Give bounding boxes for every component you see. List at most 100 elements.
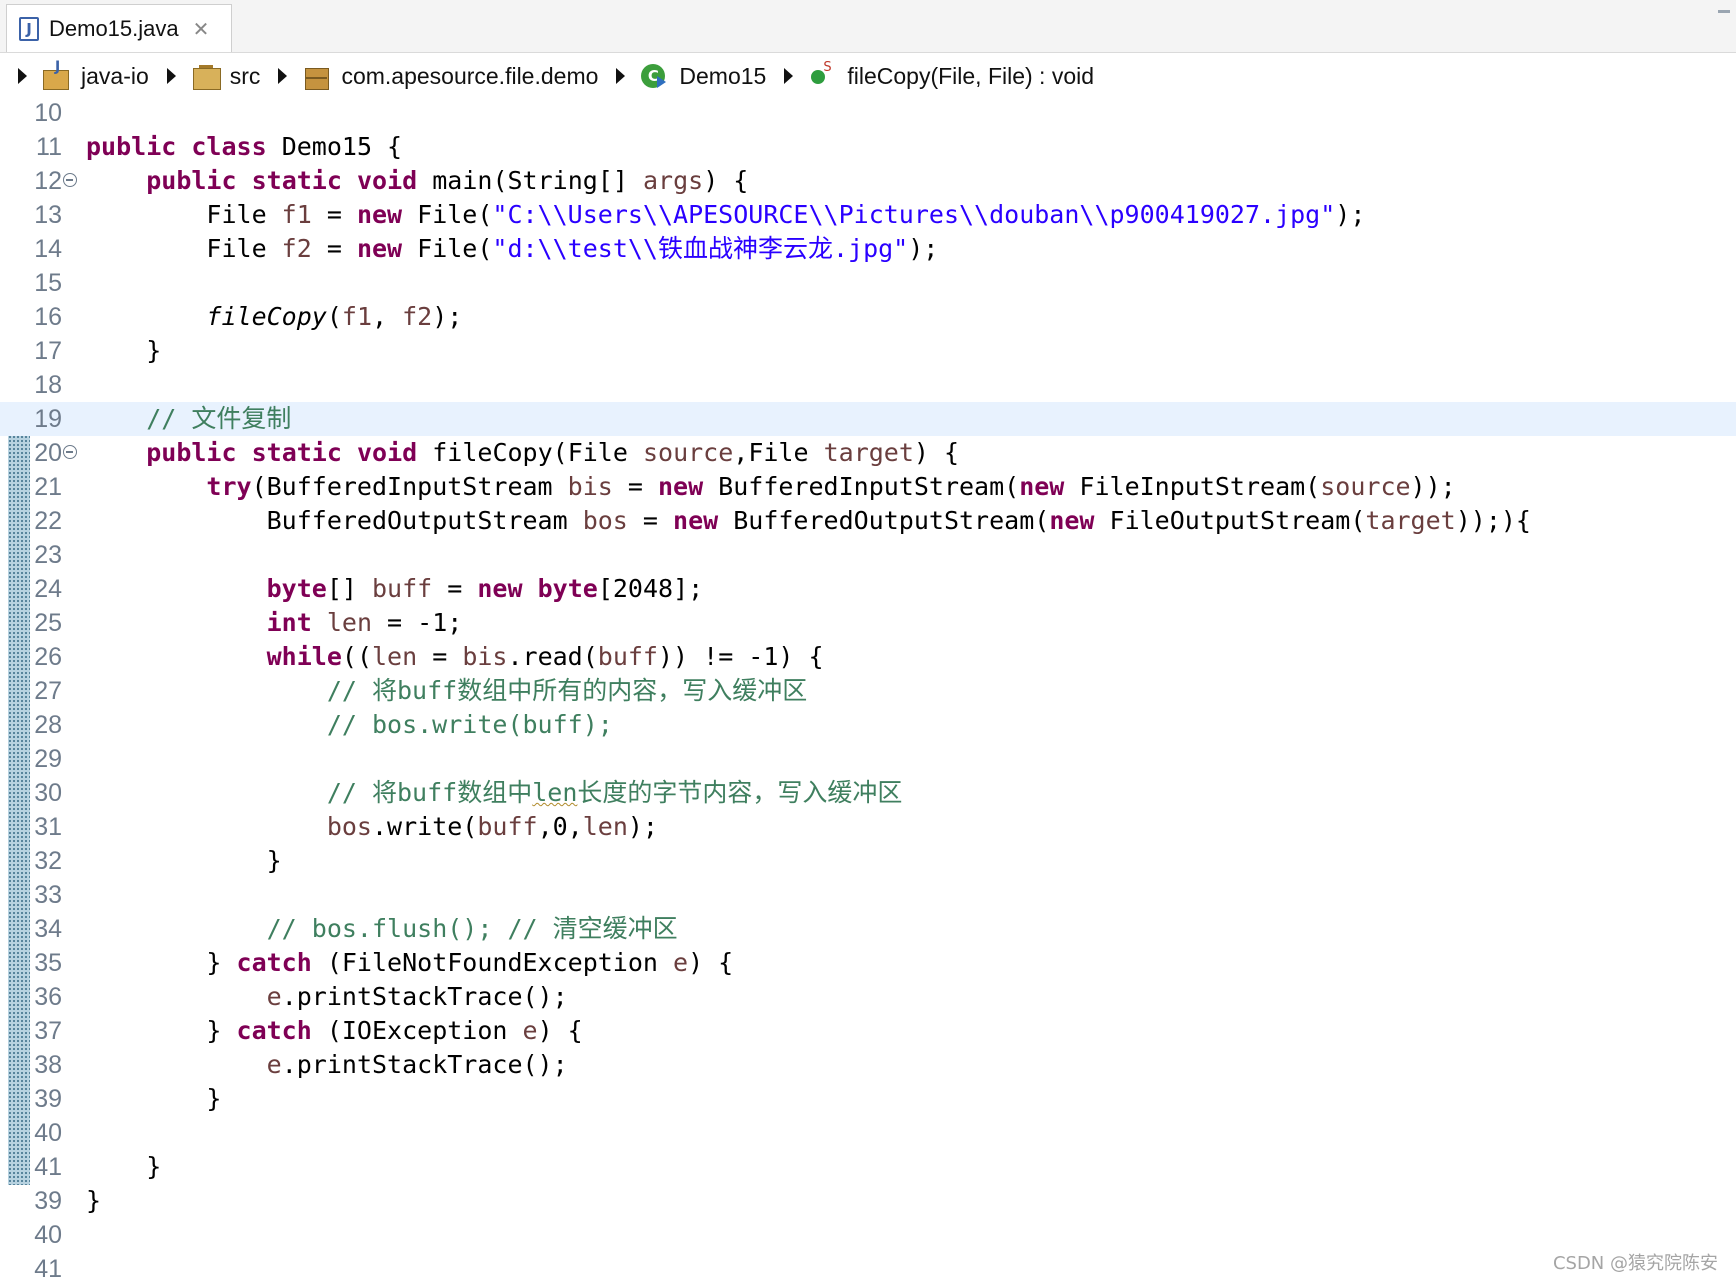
line-number: 15 bbox=[34, 269, 62, 297]
line-number: 41 bbox=[34, 1153, 62, 1181]
code-line[interactable]: 15 bbox=[0, 266, 1736, 300]
watermark: CSDN @猿究院陈安 bbox=[1552, 1253, 1718, 1274]
code-line[interactable]: 38 e.printStackTrace(); bbox=[0, 1048, 1736, 1082]
code-line[interactable]: 16 fileCopy(f1, f2); bbox=[0, 300, 1736, 334]
line-number: 37 bbox=[34, 1017, 62, 1045]
editor-tab-bar: J Demo15.java ✕ bbox=[0, 0, 1736, 53]
code-line[interactable]: 19 // 文件复制 bbox=[0, 402, 1736, 436]
code-line[interactable]: 27 // 将buff数组中所有的内容，写入缓冲区 bbox=[0, 674, 1736, 708]
breadcrumb-arrow-icon[interactable] bbox=[18, 68, 27, 84]
minimize-icon[interactable] bbox=[1718, 10, 1730, 13]
close-icon[interactable]: ✕ bbox=[193, 17, 210, 41]
code-line[interactable]: 40 bbox=[0, 1218, 1736, 1252]
line-number: 26 bbox=[34, 643, 62, 671]
line-number: 12 bbox=[34, 167, 62, 195]
line-number: 39 bbox=[34, 1187, 62, 1215]
code-line[interactable]: 12 public static void main(String[] args… bbox=[0, 164, 1736, 198]
code-text: } bbox=[86, 846, 282, 875]
breadcrumb-arrow-icon[interactable] bbox=[278, 68, 288, 84]
code-text: e.printStackTrace(); bbox=[266, 982, 568, 1011]
code-line[interactable]: 24 byte[] buff = new byte[2048]; bbox=[0, 572, 1736, 606]
code-text: byte[] buff = new byte[2048]; bbox=[266, 574, 704, 603]
code-line[interactable]: 41 } bbox=[0, 1150, 1736, 1184]
project-icon: J bbox=[41, 59, 73, 90]
code-text: // bos.flush(); // 清空缓冲区 bbox=[266, 914, 678, 943]
line-number: 33 bbox=[34, 881, 62, 909]
breadcrumb-item-project[interactable]: J java-io bbox=[41, 59, 149, 90]
code-editor[interactable]: 10 11 public class Demo15 { 12 public stati… bbox=[0, 96, 1736, 1285]
code-line[interactable]: 26 while((len = bis.read(buff)) != -1) { bbox=[0, 640, 1736, 674]
code-line[interactable]: 31 bos.write(buff,0,len); bbox=[0, 810, 1736, 844]
code-line[interactable]: 20 public static void fileCopy(File sour… bbox=[0, 436, 1736, 470]
line-number: 29 bbox=[34, 745, 62, 773]
fold-collapse-icon[interactable] bbox=[63, 445, 77, 459]
source-folder-icon bbox=[190, 62, 222, 90]
code-text: // 将buff数组中所有的内容，写入缓冲区 bbox=[326, 676, 808, 705]
code-line[interactable]: 22 BufferedOutputStream bos = new Buffer… bbox=[0, 504, 1736, 538]
code-line[interactable]: 39 } bbox=[0, 1082, 1736, 1116]
code-line[interactable]: 37 } catch (IOException e) { bbox=[0, 1014, 1736, 1048]
code-line[interactable]: 39} bbox=[0, 1184, 1736, 1218]
line-number: 24 bbox=[34, 575, 62, 603]
line-number: 34 bbox=[34, 915, 62, 943]
code-line[interactable]: 17 } bbox=[0, 334, 1736, 368]
code-line[interactable]: 14 File f2 = new File("d:\\test\\铁血战神李云龙… bbox=[0, 232, 1736, 266]
line-number: 11 bbox=[36, 133, 62, 161]
breadcrumb-label: Demo15 bbox=[679, 62, 767, 89]
tab-demo15-java[interactable]: J Demo15.java ✕ bbox=[6, 4, 232, 52]
code-line[interactable]: 33 bbox=[0, 878, 1736, 912]
code-text: } bbox=[86, 1084, 222, 1113]
code-text: // bos.write(buff); bbox=[326, 710, 613, 739]
line-number: 16 bbox=[34, 303, 62, 331]
code-text: } bbox=[86, 1186, 102, 1215]
code-text: File f2 = new File("d:\\test\\铁血战神李云龙.jp… bbox=[86, 234, 939, 263]
breadcrumb-label: java-io bbox=[81, 62, 149, 89]
line-number: 40 bbox=[34, 1119, 62, 1147]
line-number: 40 bbox=[34, 1221, 62, 1249]
line-number: 32 bbox=[34, 847, 62, 875]
code-line[interactable]: 30 // 将buff数组中len长度的字节内容，写入缓冲区 bbox=[0, 776, 1736, 810]
code-text: public class Demo15 { bbox=[86, 132, 403, 161]
code-line[interactable]: 13 File f1 = new File("C:\\Users\\APESOU… bbox=[0, 198, 1736, 232]
line-number: 23 bbox=[34, 541, 62, 569]
code-line[interactable]: 18 bbox=[0, 368, 1736, 402]
line-number: 10 bbox=[34, 99, 62, 127]
line-number: 25 bbox=[34, 609, 62, 637]
breadcrumb-item-package[interactable]: com.apesource.file.demo bbox=[301, 62, 598, 90]
tab-title: Demo15.java bbox=[49, 15, 179, 41]
breadcrumb-item-src[interactable]: src bbox=[190, 62, 260, 90]
code-line[interactable]: 28 // bos.write(buff); bbox=[0, 708, 1736, 742]
code-line[interactable]: 41 bbox=[0, 1252, 1736, 1286]
code-line[interactable]: 29 bbox=[0, 742, 1736, 776]
line-number: 18 bbox=[34, 371, 62, 399]
code-line[interactable]: 11 public class Demo15 { bbox=[0, 130, 1736, 164]
breadcrumb-label: com.apesource.file.demo bbox=[341, 62, 599, 89]
fold-collapse-icon[interactable] bbox=[63, 173, 77, 187]
code-line[interactable]: 34 // bos.flush(); // 清空缓冲区 bbox=[0, 912, 1736, 946]
code-line[interactable]: 10 bbox=[0, 96, 1736, 130]
breadcrumb-arrow-icon[interactable] bbox=[166, 68, 176, 84]
line-number: 39 bbox=[34, 1085, 62, 1113]
code-line[interactable]: 32 } bbox=[0, 844, 1736, 878]
code-text: // 文件复制 bbox=[146, 404, 292, 433]
code-line[interactable]: 21 try(BufferedInputStream bis = new Buf… bbox=[0, 470, 1736, 504]
code-line[interactable]: 25 int len = -1; bbox=[0, 606, 1736, 640]
line-number: 14 bbox=[34, 235, 62, 263]
method-icon: S bbox=[807, 60, 839, 90]
code-text: } bbox=[86, 1152, 162, 1181]
line-number: 20 bbox=[34, 439, 62, 467]
breadcrumb-arrow-icon[interactable] bbox=[616, 68, 626, 84]
java-file-icon: J bbox=[19, 16, 39, 41]
breadcrumb-arrow-icon[interactable] bbox=[784, 68, 794, 84]
code-line[interactable]: 23 bbox=[0, 538, 1736, 572]
code-text: public static void fileCopy(File source,… bbox=[146, 438, 960, 467]
code-line[interactable]: 36 e.printStackTrace(); bbox=[0, 980, 1736, 1014]
code-line[interactable]: 35 } catch (FileNotFoundException e) { bbox=[0, 946, 1736, 980]
line-number: 13 bbox=[34, 201, 62, 229]
breadcrumb: J java-io src com.apesource.file.demo C … bbox=[0, 56, 1736, 96]
line-number: 28 bbox=[34, 711, 62, 739]
breadcrumb-item-class[interactable]: C Demo15 bbox=[639, 62, 766, 90]
line-number: 35 bbox=[34, 949, 62, 977]
breadcrumb-item-method[interactable]: S fileCopy(File, File) : void bbox=[807, 60, 1094, 90]
code-line[interactable]: 40 bbox=[0, 1116, 1736, 1150]
